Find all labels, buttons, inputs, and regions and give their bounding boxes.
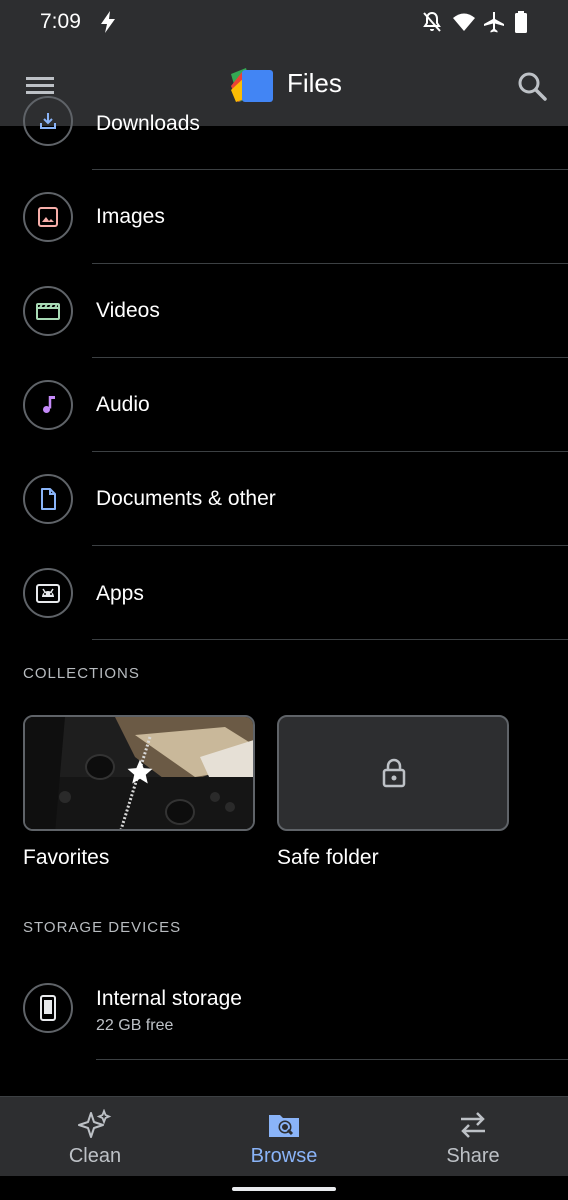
document-icon [23, 474, 73, 524]
divider [92, 639, 568, 640]
category-row-apps[interactable]: Apps [0, 546, 568, 640]
nav-label: Share [446, 1145, 500, 1167]
nav-label: Clean [68, 1145, 122, 1167]
status-time: 7:09 [40, 10, 81, 33]
category-label: Apps [96, 582, 144, 605]
status-bar: 7:09 [0, 0, 568, 44]
category-row-videos[interactable]: Videos [0, 264, 568, 358]
category-label: Videos [96, 299, 160, 322]
category-label: Images [96, 205, 165, 228]
bottom-navigation: Clean Browse Share [0, 1096, 568, 1176]
storage-label: Internal storage [96, 987, 242, 1010]
category-label: Documents & other [96, 487, 276, 510]
phone-icon [23, 983, 73, 1033]
star-icon [125, 757, 155, 792]
image-icon [23, 192, 73, 242]
nav-label: Browse [250, 1145, 318, 1167]
browse-folder-icon [267, 1109, 301, 1141]
divider [96, 1059, 568, 1060]
movie-icon [23, 286, 73, 336]
sparkle-icon [78, 1108, 112, 1141]
android-icon [23, 568, 73, 618]
category-row-documents[interactable]: Documents & other [0, 452, 568, 546]
nav-item-clean[interactable]: Clean [0, 1097, 190, 1177]
bell-off-icon [420, 10, 444, 39]
nav-item-share[interactable]: Share [378, 1097, 568, 1177]
category-row-downloads[interactable]: Downloads [0, 76, 568, 170]
lock-icon [379, 757, 409, 794]
favorites-card[interactable] [23, 715, 255, 831]
battery-icon [514, 10, 528, 39]
safe-folder-card[interactable] [277, 715, 509, 831]
category-row-images[interactable]: Images [0, 170, 568, 264]
category-label: Audio [96, 393, 150, 416]
nav-item-browse[interactable]: Browse [189, 1097, 379, 1177]
category-label: Downloads [96, 112, 200, 135]
storage-free-text: 22 GB free [96, 1017, 174, 1034]
download-icon [23, 96, 73, 146]
music-note-icon [23, 380, 73, 430]
storage-devices-header: STORAGE DEVICES [23, 919, 182, 936]
collection-label-favorites: Favorites [23, 846, 110, 869]
wifi-icon [452, 10, 476, 39]
swap-arrows-icon [456, 1109, 490, 1141]
airplane-icon [482, 10, 506, 39]
flash-icon [98, 10, 118, 39]
category-row-audio[interactable]: Audio [0, 358, 568, 452]
collections-header: COLLECTIONS [23, 665, 140, 682]
collection-label-safe-folder: Safe folder [277, 846, 379, 869]
internal-storage-row[interactable]: Internal storage 22 GB free [0, 963, 568, 1061]
gesture-navigation-bar[interactable] [232, 1187, 336, 1191]
